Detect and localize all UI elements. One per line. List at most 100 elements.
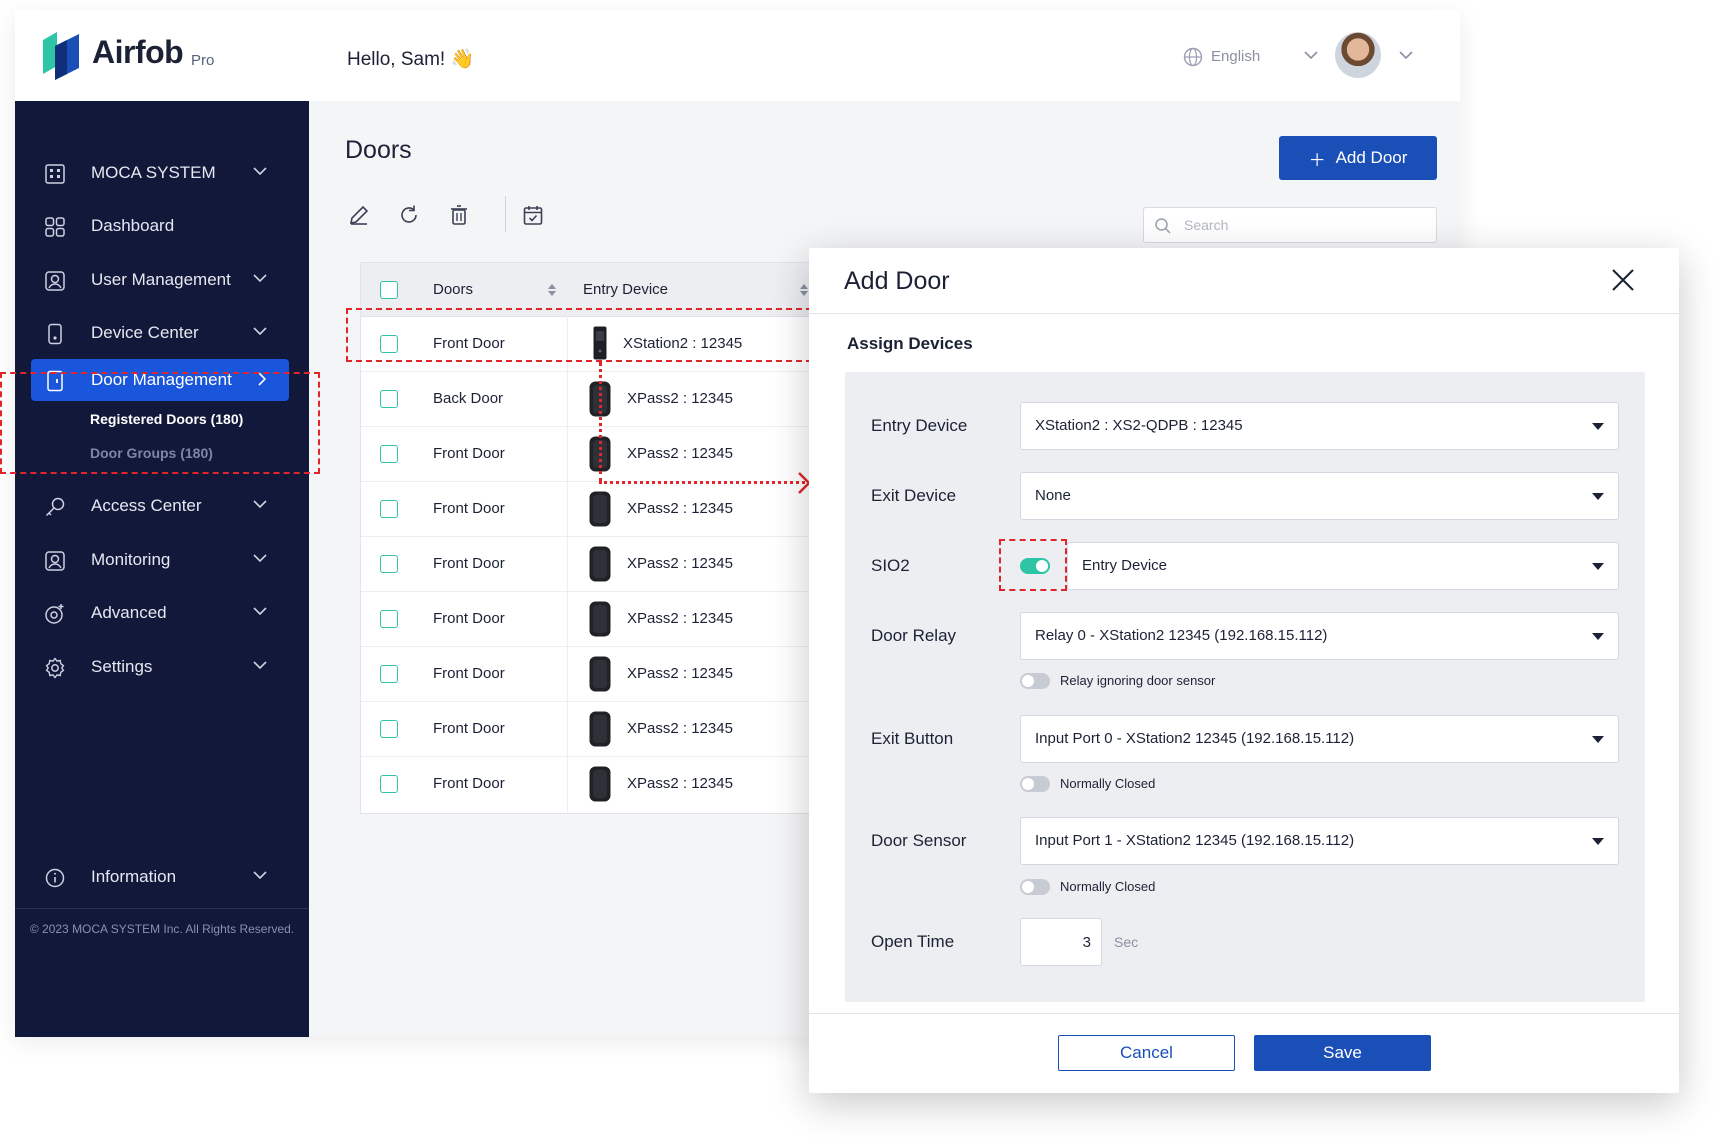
annotation-highlight-toggle (999, 539, 1067, 591)
row-checkbox[interactable] (380, 555, 398, 573)
door-sensor-value: Input Port 1 - XStation2 12345 (192.168.… (1035, 832, 1355, 849)
annotation-connector-horizontal (599, 481, 805, 484)
table-row[interactable]: Front Door XPass2 : 12345 (361, 757, 831, 812)
plus-icon: ＋ (1308, 150, 1326, 170)
door-relay-select[interactable]: Relay 0 - XStation2 12345 (192.168.15.11… (1020, 612, 1619, 660)
door-name: Front Door (433, 775, 505, 792)
column-divider (567, 702, 568, 757)
column-divider (567, 592, 568, 647)
sidebar-item-advanced[interactable]: Advanced (31, 592, 289, 634)
close-icon[interactable] (1609, 266, 1637, 294)
table-row[interactable]: Front Door XPass2 : 12345 (361, 702, 831, 757)
entry-device: XPass2 : 12345 (627, 610, 733, 627)
building-icon (45, 164, 65, 184)
open-time-label: Open Time (871, 932, 955, 951)
sidebar-item-dashboard[interactable]: Dashboard (31, 205, 289, 247)
exit-button-normally-closed-toggle[interactable] (1020, 776, 1050, 792)
xpass-device-icon (589, 546, 611, 582)
row-checkbox[interactable] (380, 390, 398, 408)
sidebar-item-label: Dashboard (91, 216, 175, 235)
column-divider (567, 427, 568, 482)
modal-footer: Cancel Save (809, 1013, 1679, 1093)
column-header-entry-device[interactable]: Entry Device (583, 281, 668, 298)
caret-down-icon (1592, 838, 1604, 845)
entry-device-label: Entry Device (871, 416, 968, 435)
caret-down-icon (1592, 493, 1604, 500)
device-icon (48, 323, 62, 345)
assign-devices-panel: Entry Device XStation2 : XS2-QDPB : 1234… (845, 372, 1645, 1002)
door-sensor-normally-closed-toggle[interactable] (1020, 879, 1050, 895)
edit-icon[interactable] (347, 203, 371, 227)
sort-icon[interactable] (799, 281, 809, 299)
advanced-icon (45, 604, 64, 624)
door-name: Front Door (433, 445, 505, 462)
sidebar-item-device-center[interactable]: Device Center (31, 312, 289, 354)
row-checkbox[interactable] (380, 665, 398, 683)
door-sensor-select[interactable]: Input Port 1 - XStation2 12345 (192.168.… (1020, 817, 1619, 865)
chevron-down-icon (253, 327, 267, 336)
sidebar-item-settings[interactable]: Settings (31, 646, 289, 688)
language-selector[interactable]: English (1211, 48, 1260, 65)
table-row[interactable]: Front Door XPass2 : 12345 (361, 537, 831, 592)
sidebar-item-label: MOCA SYSTEM (91, 163, 216, 182)
monitor-icon (45, 551, 65, 571)
chevron-down-icon (253, 661, 267, 670)
open-time-unit: Sec (1114, 934, 1139, 950)
trash-icon[interactable] (447, 203, 471, 227)
table-row[interactable]: Front Door XPass2 : 12345 (361, 482, 831, 537)
row-checkbox[interactable] (380, 610, 398, 628)
globe-icon (1183, 47, 1203, 67)
chevron-down-icon[interactable] (1399, 50, 1413, 60)
row-checkbox[interactable] (380, 500, 398, 518)
row-checkbox[interactable] (380, 720, 398, 738)
sidebar: MOCA SYSTEM Dashboard User Management De… (15, 101, 309, 1037)
sidebar-item-information[interactable]: Information (31, 856, 289, 898)
open-time-box[interactable] (1020, 918, 1102, 966)
sidebar-item-monitoring[interactable]: Monitoring (31, 539, 289, 581)
sort-icon[interactable] (547, 281, 557, 299)
cancel-button[interactable]: Cancel (1058, 1035, 1235, 1071)
search-input[interactable] (1182, 208, 1422, 242)
entry-device: XPass2 : 12345 (627, 720, 733, 737)
sidebar-item-label: Access Center (91, 496, 202, 515)
sidebar-item-access-center[interactable]: Access Center (31, 485, 289, 527)
row-checkbox[interactable] (380, 445, 398, 463)
chevron-down-icon (253, 871, 267, 880)
table-row[interactable]: Front Door XPass2 : 12345 (361, 592, 831, 647)
relay-ignore-sensor-toggle[interactable] (1020, 673, 1050, 689)
chevron-down-icon (253, 554, 267, 563)
annotation-highlight-row (346, 308, 812, 362)
search-box[interactable] (1143, 207, 1437, 243)
entry-device-select[interactable]: XStation2 : XS2-QDPB : 12345 (1020, 402, 1619, 450)
table-row[interactable]: Front Door XPass2 : 12345 (361, 647, 831, 702)
add-door-button[interactable]: ＋ Add Door (1279, 136, 1437, 180)
column-header-doors[interactable]: Doors (433, 281, 473, 298)
exit-device-select[interactable]: None (1020, 472, 1619, 520)
sio2-label: SIO2 (871, 556, 910, 575)
sio2-select[interactable]: Entry Device (1067, 542, 1619, 590)
column-divider (567, 647, 568, 702)
sidebar-item-moca-system[interactable]: MOCA SYSTEM (31, 152, 289, 194)
row-checkbox[interactable] (380, 775, 398, 793)
open-time-input[interactable] (1025, 919, 1093, 965)
door-name: Front Door (433, 555, 505, 572)
modal-title: Add Door (844, 267, 950, 295)
column-divider (567, 757, 568, 812)
sidebar-item-user-management[interactable]: User Management (31, 259, 289, 301)
avatar[interactable] (1335, 32, 1381, 78)
caret-down-icon (1592, 423, 1604, 430)
exit-button-select[interactable]: Input Port 0 - XStation2 12345 (192.168.… (1020, 715, 1619, 763)
entry-device: XPass2 : 12345 (627, 665, 733, 682)
table-row[interactable]: Back Door XPass2 : 12345 (361, 372, 831, 427)
sidebar-item-label: Advanced (91, 603, 167, 622)
save-button[interactable]: Save (1254, 1035, 1431, 1071)
chevron-down-icon[interactable] (1304, 50, 1318, 60)
column-divider (567, 372, 568, 427)
table-row[interactable]: Front Door XPass2 : 12345 (361, 427, 831, 482)
relay-ignore-sensor-label: Relay ignoring door sensor (1060, 673, 1216, 688)
exit-button-normally-closed-label: Normally Closed (1060, 776, 1156, 791)
refresh-icon[interactable] (397, 203, 421, 227)
calendar-icon[interactable] (521, 203, 545, 227)
section-title: Assign Devices (847, 334, 973, 353)
select-all-checkbox[interactable] (380, 281, 398, 299)
